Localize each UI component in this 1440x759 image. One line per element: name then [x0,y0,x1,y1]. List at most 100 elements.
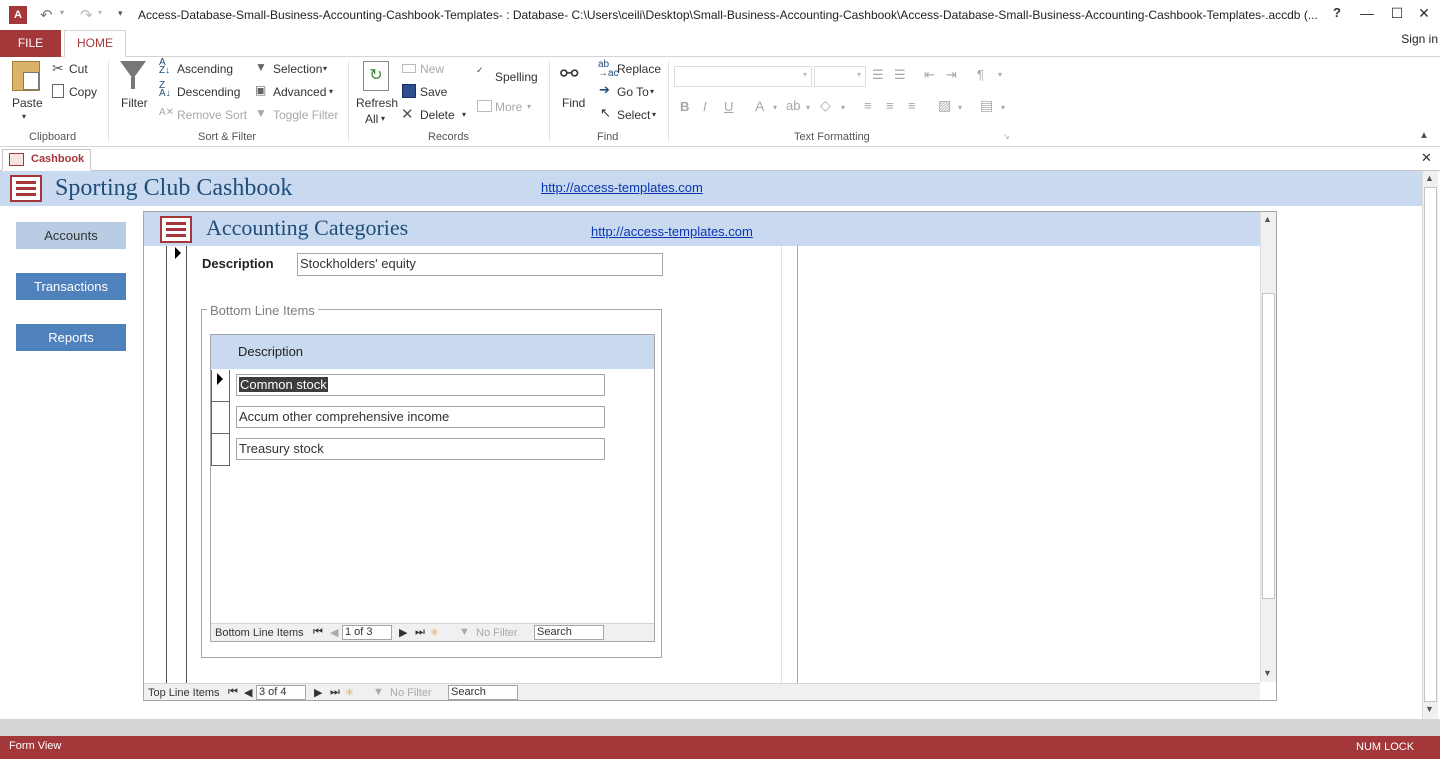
previous-record-icon[interactable]: ◀ [244,686,252,699]
collapse-ribbon-icon[interactable]: ▲ [1419,130,1429,141]
delete-dropdown-icon[interactable]: ▾ [462,110,466,119]
table-row[interactable]: Accum other comprehensive income [236,406,605,428]
alternate-row-color-dropdown-icon[interactable]: ▾ [958,103,962,112]
select-dropdown-icon[interactable]: ▾ [652,110,656,119]
access-logo-icon[interactable]: A [9,6,27,24]
advanced-dropdown-icon[interactable]: ▾ [329,87,333,96]
paste-icon[interactable] [12,61,40,91]
minimize-button[interactable]: — [1355,5,1379,25]
highlight-icon[interactable]: ab [786,98,800,113]
close-button[interactable]: ✕ [1412,5,1436,25]
font-name-combo[interactable]: ▾ [674,66,812,87]
underline-button[interactable]: U [724,99,733,114]
increase-indent-icon[interactable]: ⇥ [946,67,957,83]
text-direction-icon[interactable]: ¶ [977,67,984,82]
undo-dropdown-icon[interactable]: ▾ [60,8,64,17]
outer-record-number[interactable]: 3 of 4 [256,685,306,700]
scroll-up-icon[interactable]: ▲ [1425,173,1434,183]
selection-dropdown-icon[interactable]: ▾ [323,64,327,73]
goto-icon[interactable]: ➔ [599,82,610,98]
tab-home[interactable]: HOME [64,30,126,58]
descending-icon[interactable]: Z A↓ [159,81,171,99]
paste-button[interactable]: Paste [12,96,43,110]
previous-record-icon[interactable]: ◀ [330,626,338,639]
copy-button[interactable]: Copy [69,85,97,99]
italic-button[interactable]: I [703,99,707,114]
inner-record-number[interactable]: 1 of 3 [342,625,392,640]
goto-dropdown-icon[interactable]: ▾ [650,87,654,96]
font-color-icon[interactable]: A [755,98,764,114]
inner-no-filter[interactable]: No Filter [476,627,518,639]
sign-in-link[interactable]: Sign in [1401,32,1438,46]
tab-cashbook[interactable]: Cashbook [2,149,91,171]
subform-header-link[interactable]: http://access-templates.com [591,224,753,239]
spelling-icon[interactable]: ✓ [476,65,484,76]
goto-button[interactable]: Go To [617,85,649,99]
fill-color-dropdown-icon[interactable]: ▾ [841,103,845,112]
refresh-dropdown-icon[interactable]: ▾ [381,114,385,123]
text-formatting-launcher-icon[interactable]: ↘ [1003,132,1010,141]
undo-icon[interactable]: ↶ [40,6,53,24]
decrease-indent-icon[interactable]: ⇤ [924,67,935,83]
delete-button[interactable]: Delete [420,108,455,122]
next-record-icon[interactable]: ▶ [399,626,407,639]
restore-button[interactable]: ☐ [1385,5,1409,25]
ascending-button[interactable]: Ascending [177,62,233,76]
last-record-icon[interactable]: ⏭ [415,626,425,639]
reports-button[interactable]: Reports [16,324,126,351]
filter-button[interactable]: Filter [121,96,148,110]
subform-scrollbar[interactable]: ▲ ▼ [1260,212,1276,682]
cut-icon[interactable]: ✂ [52,60,64,77]
cut-button[interactable]: Cut [69,62,88,76]
header-link[interactable]: http://access-templates.com [541,180,703,195]
align-center-icon[interactable]: ≡ [886,98,894,113]
first-record-icon[interactable]: ⏮ [313,626,323,639]
redo-dropdown-icon[interactable]: ▾ [98,8,102,17]
transactions-button[interactable]: Transactions [16,273,126,300]
new-record-nav-icon[interactable]: ✳ [345,686,354,699]
more-button[interactable]: More [495,100,522,114]
table-row[interactable]: Common stock [236,374,605,396]
close-document-icon[interactable]: ✕ [1421,150,1432,166]
font-color-dropdown-icon[interactable]: ▾ [773,103,777,112]
spelling-button[interactable]: Spelling [495,70,538,84]
fill-color-icon[interactable]: ◇ [820,97,831,114]
outer-search-box[interactable]: Search [448,685,518,700]
redo-icon[interactable]: ↷ [80,6,93,24]
save-button[interactable]: Save [420,85,447,99]
scroll-up-icon[interactable]: ▲ [1263,214,1272,224]
binoculars-icon[interactable]: ⚯ [560,61,578,87]
replace-button[interactable]: Replace [617,62,661,76]
bullets-icon[interactable]: ☰ [872,67,884,83]
outer-no-filter[interactable]: No Filter [390,687,432,699]
advanced-button[interactable]: Advanced [273,85,326,99]
selection-button[interactable]: Selection [273,62,322,76]
select-cursor-icon[interactable]: ↖ [600,105,611,121]
font-size-combo[interactable]: ▾ [814,66,866,87]
accounts-button[interactable]: Accounts [16,222,126,249]
help-button[interactable]: ? [1325,5,1349,25]
toggle-filter-button[interactable]: Toggle Filter [273,108,338,122]
align-right-icon[interactable]: ≡ [908,98,916,113]
copy-icon[interactable] [52,84,64,98]
selection-icon[interactable]: ▼ [255,60,267,74]
select-button[interactable]: Select [617,108,650,122]
customize-qat-icon[interactable]: ▾ [118,8,123,19]
remove-sort-button[interactable]: Remove Sort [177,108,247,122]
scroll-down-icon[interactable]: ▼ [1425,704,1434,714]
main-scrollbar[interactable]: ▲ ▼ [1422,171,1438,719]
last-record-icon[interactable]: ⏭ [330,686,340,699]
paste-dropdown-icon[interactable]: ▾ [22,112,26,121]
scrollbar-thumb[interactable] [1424,187,1437,702]
scrollbar-thumb[interactable] [1262,293,1275,599]
text-direction-dropdown-icon[interactable]: ▾ [998,70,1002,79]
tab-file[interactable]: FILE [0,30,61,57]
alternate-row-color-icon[interactable]: ▨ [938,97,951,114]
numbering-icon[interactable]: ☰ [894,67,906,83]
current-record-arrow-icon[interactable] [175,247,181,259]
bold-button[interactable]: B [680,99,689,114]
more-dropdown-icon[interactable]: ▾ [527,102,531,111]
find-button[interactable]: Find [562,96,585,110]
next-record-icon[interactable]: ▶ [314,686,322,699]
refresh-button[interactable]: Refresh [356,96,398,110]
